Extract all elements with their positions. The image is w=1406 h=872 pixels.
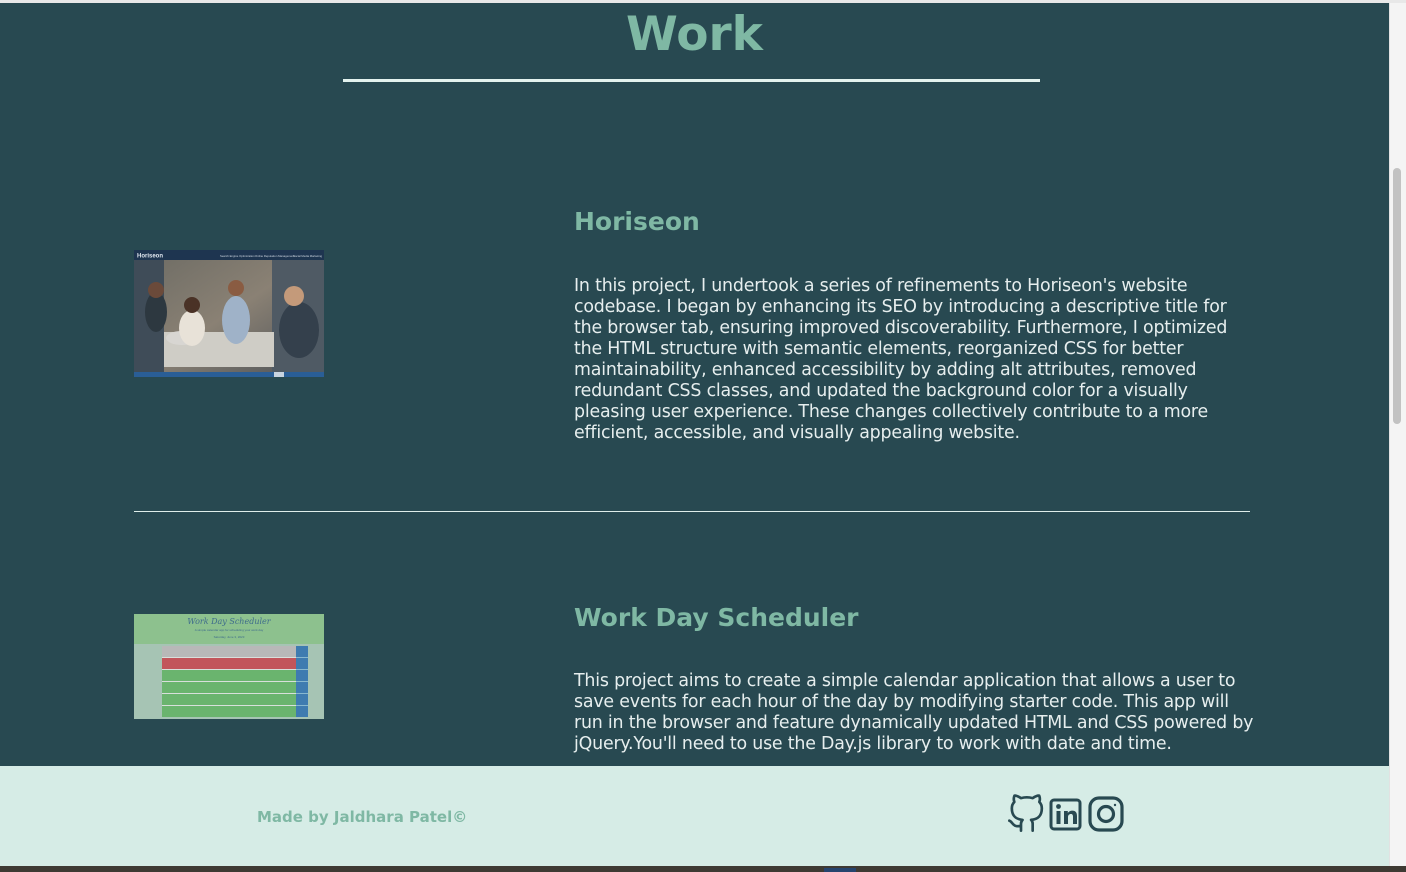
project-title-work-day-scheduler[interactable]: Work Day Scheduler (574, 603, 859, 633)
project-divider (134, 511, 1250, 512)
section-title: Work (626, 7, 763, 62)
title-underline (343, 79, 1040, 82)
scheduler-screenshot: Work Day Scheduler A simple calendar app… (134, 614, 324, 719)
project-description-work-day-scheduler: This project aims to create a simple cal… (574, 671, 1254, 754)
svg-text:Social Media Marketing: Social Media Marketing (293, 254, 323, 258)
thumbnail-title: Work Day Scheduler (187, 617, 271, 626)
horiseon-screenshot: Horiseon Search Engine Optimization Onli… (134, 250, 324, 377)
project-description-horiseon: In this project, I undertook a series of… (574, 276, 1228, 443)
project-thumbnail-work-day-scheduler[interactable]: Work Day Scheduler A simple calendar app… (134, 614, 324, 719)
svg-text:Saturday, June 3, 2023: Saturday, June 3, 2023 (214, 635, 245, 639)
portfolio-page: Work Horiseon Search Engine Optimization… (0, 3, 1389, 866)
dock-indicator (824, 868, 856, 872)
scrollbar-thumb[interactable] (1393, 168, 1401, 424)
svg-text:Search Engine Optimization: Search Engine Optimization (220, 254, 255, 258)
svg-text:Online Reputation Management: Online Reputation Management (255, 254, 295, 258)
svg-text:A simple calendar app for sche: A simple calendar app for scheduling you… (195, 628, 264, 632)
project-thumbnail-horiseon[interactable]: Horiseon Search Engine Optimization Onli… (134, 250, 324, 377)
github-icon[interactable] (1006, 794, 1046, 834)
page-footer: Made by Jaldhara Patel© (0, 766, 1389, 866)
desktop-background (0, 866, 1406, 872)
instagram-icon[interactable] (1086, 794, 1126, 834)
project-title-horiseon[interactable]: Horiseon (574, 207, 700, 237)
footer-credit: Made by Jaldhara Patel© (257, 808, 468, 826)
vertical-scrollbar[interactable] (1389, 3, 1406, 866)
linkedin-icon[interactable] (1046, 794, 1086, 834)
thumbnail-brand: Horiseon (137, 254, 163, 260)
